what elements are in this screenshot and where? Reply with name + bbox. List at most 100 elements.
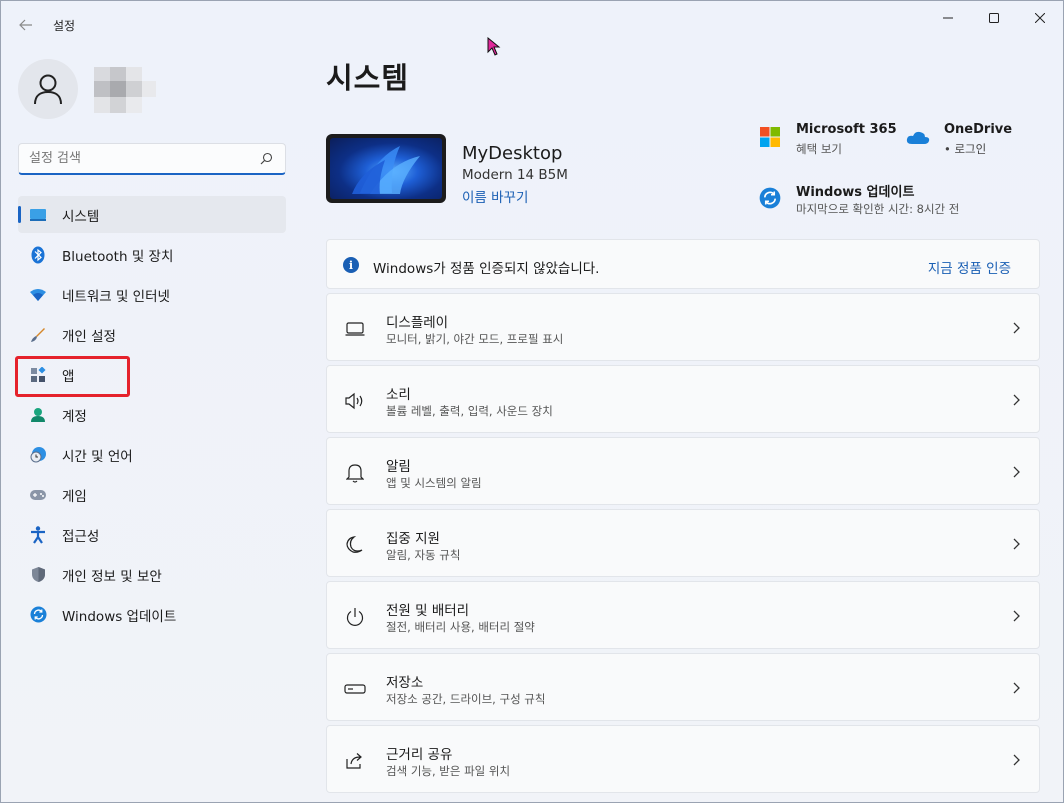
card-subtitle: 저장소 공간, 드라이브, 구성 규칙	[386, 692, 546, 706]
page-title: 시스템	[326, 61, 410, 95]
card-title: 전원 및 배터리	[386, 603, 470, 619]
card-title: 저장소	[386, 675, 424, 691]
chevron-right-icon	[1013, 610, 1020, 622]
card-focus-assist[interactable]: 집중 지원 알림, 자동 규칙	[326, 509, 1040, 577]
device-model: Modern 14 B5M	[462, 167, 568, 183]
sidebar-item-personalization[interactable]: 개인 설정	[18, 316, 286, 353]
maximize-button[interactable]	[971, 1, 1017, 35]
chevron-right-icon	[1013, 466, 1020, 478]
person-icon	[34, 74, 62, 105]
tile-title: Windows 업데이트	[796, 185, 915, 200]
banner-text: Windows가 정품 인증되지 않았습니다.	[373, 261, 600, 277]
sidebar-item-accounts[interactable]: 계정	[18, 396, 286, 433]
tile-subtitle: • 로그인	[944, 142, 987, 156]
search-input[interactable]	[29, 151, 259, 166]
back-button[interactable]	[13, 13, 39, 37]
card-power-battery[interactable]: 전원 및 배터리 절전, 배터리 사용, 배터리 절약	[326, 581, 1040, 649]
sidebar-item-windows-update[interactable]: Windows 업데이트	[18, 596, 286, 633]
microsoft-logo-icon	[760, 127, 780, 147]
sidebar-item-label: 시스템	[62, 208, 100, 225]
gamepad-icon	[30, 489, 46, 500]
sidebar-item-label: 게임	[62, 488, 87, 505]
card-sound[interactable]: 소리 볼륨 레벨, 출력, 입력, 사운드 장치	[326, 365, 1040, 433]
settings-window: 설정 설정 검색 시스템 Bluetooth 및 장치 네트워크 및 인터넷 개…	[0, 0, 1064, 803]
sidebar-item-bluetooth[interactable]: Bluetooth 및 장치	[18, 236, 286, 273]
annotation-highlight-box	[15, 356, 130, 397]
sidebar-item-privacy[interactable]: 개인 정보 및 보안	[18, 556, 286, 593]
bloom-wallpaper-icon	[352, 146, 420, 194]
info-icon: i	[343, 257, 359, 273]
chevron-right-icon	[1013, 322, 1020, 334]
display-icon	[345, 322, 365, 336]
settings-card-list: 디스플레이 모니터, 밝기, 야간 모드, 프로필 표시 소리 볼륨 레벨, 출…	[326, 293, 1040, 797]
app-title: 설정	[53, 19, 76, 33]
onedrive-tile[interactable]: OneDrive • 로그인	[906, 120, 1036, 160]
sidebar-item-label: 개인 설정	[62, 328, 116, 345]
paintbrush-icon	[31, 327, 45, 342]
card-notifications[interactable]: 알림 앱 및 시스템의 알림	[326, 437, 1040, 505]
sidebar-nav: 시스템 Bluetooth 및 장치 네트워크 및 인터넷 개인 설정 앱 계정…	[18, 196, 286, 636]
chevron-right-icon	[1013, 538, 1020, 550]
device-name: MyDesktop	[462, 143, 563, 164]
title-bar: 설정	[1, 1, 1063, 47]
card-display[interactable]: 디스플레이 모니터, 밝기, 야간 모드, 프로필 표시	[326, 293, 1040, 361]
power-icon	[346, 608, 364, 626]
sidebar-item-label: 계정	[62, 408, 87, 425]
sidebar-item-gaming[interactable]: 게임	[18, 476, 286, 513]
search-icon[interactable]	[260, 152, 273, 165]
sidebar-item-label: 네트워크 및 인터넷	[62, 288, 170, 305]
blurred-username	[94, 67, 156, 113]
card-subtitle: 절전, 배터리 사용, 배터리 절약	[386, 620, 535, 634]
storage-icon	[344, 684, 366, 694]
sidebar-item-network[interactable]: 네트워크 및 인터넷	[18, 276, 286, 313]
avatar[interactable]	[18, 59, 78, 119]
windows-update-tile[interactable]: Windows 업데이트 마지막으로 확인한 시간: 8시간 전	[758, 180, 1038, 220]
rename-link[interactable]: 이름 바꾸기	[462, 186, 528, 206]
onedrive-cloud-icon	[906, 131, 930, 144]
close-icon	[1035, 13, 1045, 23]
close-button[interactable]	[1017, 1, 1063, 35]
microsoft-365-tile[interactable]: Microsoft 365 혜택 보기	[758, 120, 898, 160]
sidebar-item-label: Windows 업데이트	[62, 608, 177, 625]
bluetooth-icon	[31, 246, 45, 263]
clock-globe-icon	[30, 447, 46, 463]
card-subtitle: 검색 기능, 받은 파일 위치	[386, 764, 511, 778]
card-subtitle: 앱 및 시스템의 알림	[386, 476, 482, 490]
chevron-right-icon	[1013, 394, 1020, 406]
update-icon	[759, 187, 781, 209]
tile-subtitle: 마지막으로 확인한 시간: 8시간 전	[796, 202, 960, 216]
activation-banner: i Windows가 정품 인증되지 않았습니다. 지금 정품 인증	[326, 239, 1040, 289]
mouse-cursor-icon	[487, 37, 501, 56]
card-subtitle: 알림, 자동 규칙	[386, 548, 461, 562]
tile-title: Microsoft 365	[796, 122, 897, 137]
sidebar-item-label: 접근성	[62, 528, 100, 545]
card-subtitle: 볼륨 레벨, 출력, 입력, 사운드 장치	[386, 404, 553, 418]
accessibility-icon	[31, 525, 45, 544]
sidebar-item-time-language[interactable]: 시간 및 언어	[18, 436, 286, 473]
wallpaper-image	[330, 138, 442, 199]
sidebar-item-system[interactable]: 시스템	[18, 196, 286, 233]
minimize-icon	[943, 17, 953, 19]
card-title: 알림	[386, 459, 411, 475]
update-icon	[30, 606, 46, 623]
card-storage[interactable]: 저장소 저장소 공간, 드라이브, 구성 규칙	[326, 653, 1040, 721]
minimize-button[interactable]	[925, 1, 971, 35]
card-title: 집중 지원	[386, 531, 440, 547]
shield-icon	[31, 567, 45, 582]
bell-icon	[346, 464, 364, 483]
activate-now-link[interactable]: 지금 정품 인증	[928, 257, 1011, 277]
sidebar-item-label: 시간 및 언어	[62, 448, 133, 465]
share-icon	[346, 753, 362, 769]
maximize-icon	[989, 13, 999, 23]
search-box[interactable]	[18, 143, 286, 175]
moon-icon	[346, 536, 363, 553]
chevron-right-icon	[1013, 682, 1020, 694]
card-title: 근거리 공유	[386, 747, 453, 763]
card-nearby-sharing[interactable]: 근거리 공유 검색 기능, 받은 파일 위치	[326, 725, 1040, 793]
sidebar-item-accessibility[interactable]: 접근성	[18, 516, 286, 553]
wifi-icon	[30, 288, 46, 301]
monitor-icon	[30, 208, 46, 221]
card-title: 디스플레이	[386, 315, 449, 331]
sidebar-item-label: 개인 정보 및 보안	[62, 568, 162, 585]
chevron-right-icon	[1013, 754, 1020, 766]
